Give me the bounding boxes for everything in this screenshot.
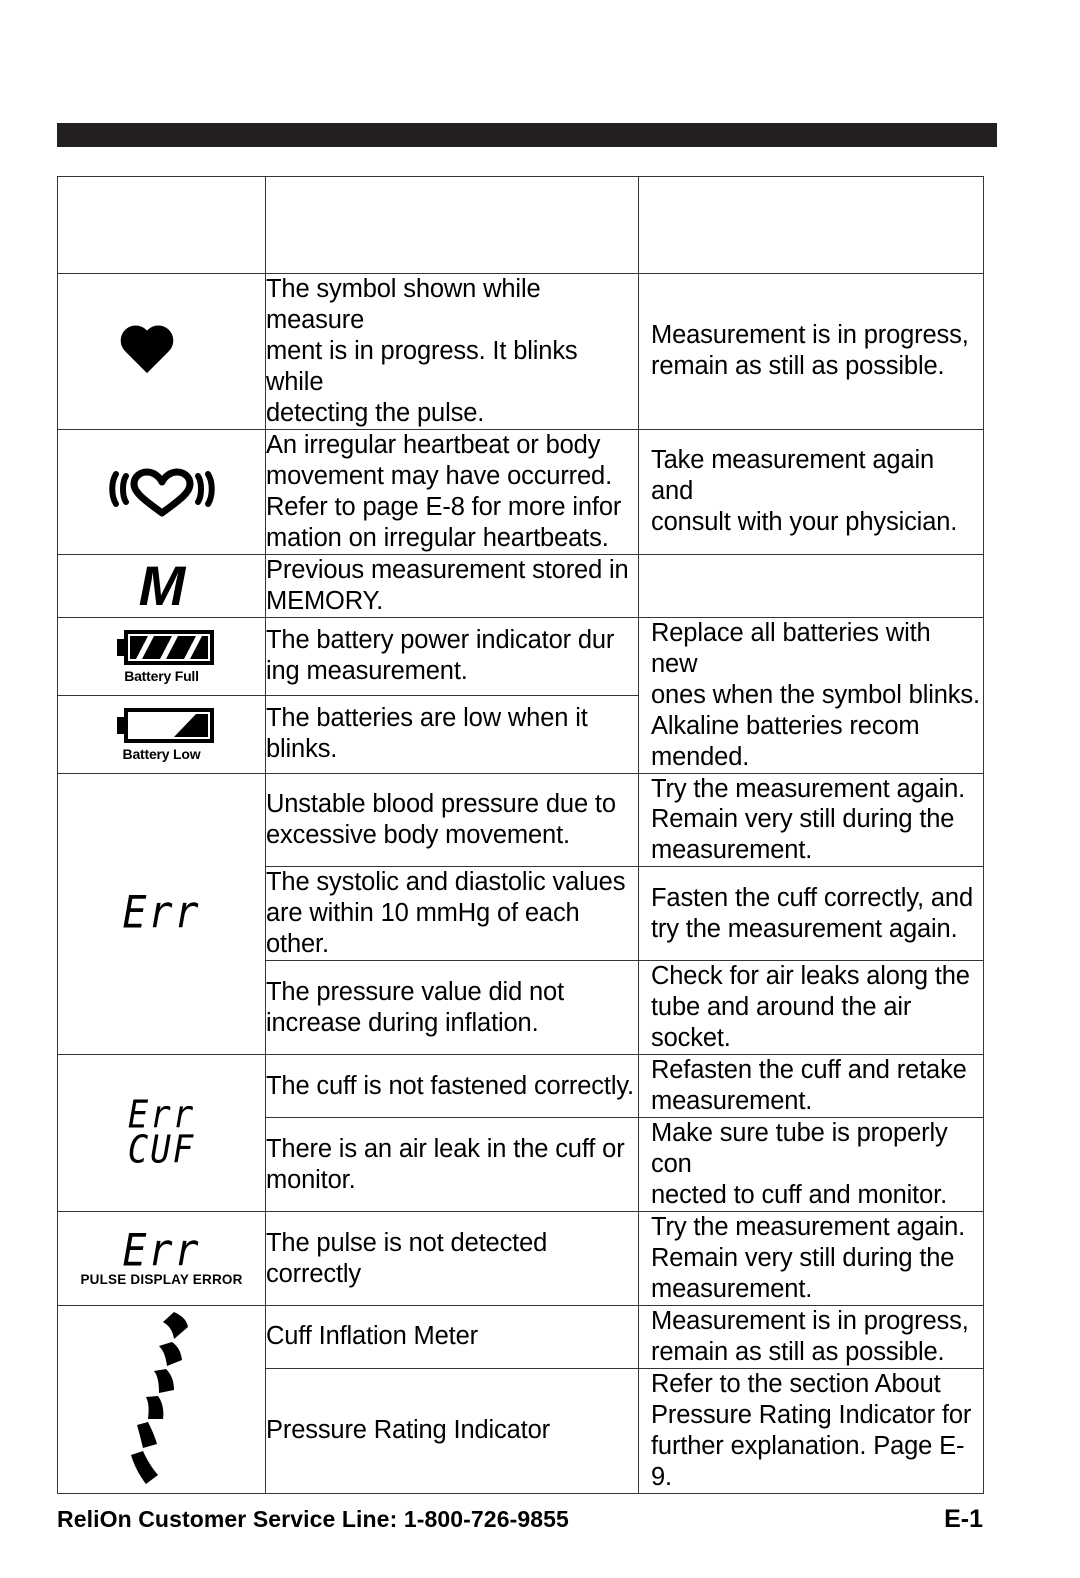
cuff-inflation-arc-icon: [58, 1310, 265, 1488]
symbol-cell-battery-low: Battery Low: [57, 694, 266, 774]
err-cuf-line2: CUF: [127, 1127, 196, 1173]
table-row: Err PULSE DISPLAY ERROR The pulse is not…: [57, 1211, 984, 1306]
row-description: Pressure Rating Indicator: [265, 1367, 639, 1494]
row-description: Cuff Inflation Meter: [265, 1304, 639, 1369]
page-footer: ReliOn Customer Service Line: 1-800-726-…: [57, 1505, 983, 1534]
row-action: Measurement is in progress, remain as st…: [638, 1304, 984, 1369]
table-row: The symbol shown while measure ment is i…: [57, 273, 984, 430]
table-row: Battery Full The battery power indicator…: [57, 616, 984, 774]
header-black-bar: [57, 123, 997, 147]
battery-low-icon: Battery Low: [58, 707, 265, 762]
row-action: Replace all batteries with new ones when…: [638, 616, 984, 774]
row-description: Unstable blood pressure due to excessive…: [265, 772, 639, 868]
symbol-cell-heart: [57, 273, 266, 430]
err-pulse-display-icon: Err PULSE DISPLAY ERROR: [58, 1225, 265, 1286]
symbol-cell-battery-full: Battery Full: [57, 616, 266, 696]
table-header-row: [57, 176, 984, 274]
irregular-heartbeat-icon: [58, 463, 265, 521]
row-description: The cuff is not fastened correctly.: [265, 1054, 639, 1119]
err-cuf-lcd-icon: Err CUF: [58, 1096, 265, 1173]
row-action: Refasten the cuff and retake measurement…: [638, 1054, 984, 1119]
row-description: An irregular heartbeat or body movement …: [265, 428, 639, 555]
symbols-table: The symbol shown while measure ment is i…: [57, 176, 984, 1494]
row-description: The battery power indicator dur ing meas…: [265, 616, 639, 696]
symbol-cell-irregular-heartbeat: [57, 428, 266, 555]
table-row: Cuff Inflation Meter Measurement is in p…: [57, 1304, 984, 1494]
symbol-caption: Battery Low: [122, 745, 201, 762]
table-row: An irregular heartbeat or body movement …: [57, 428, 984, 555]
err-lcd-icon: Err: [58, 887, 265, 940]
row-description: The pulse is not detected correctly: [265, 1211, 639, 1306]
header-cell-symbol: [57, 176, 266, 274]
row-action: Fasten the cuff correctly, and try the m…: [638, 866, 984, 962]
row-description: The systolic and diastolic values are wi…: [265, 866, 639, 962]
symbol-cell-err-pulse: Err PULSE DISPLAY ERROR: [57, 1211, 266, 1306]
symbol-cell-err: Err: [57, 772, 266, 1056]
row-action: Make sure tube is properly con nected to…: [638, 1117, 984, 1213]
row-action: Take measurement again and consult with …: [638, 428, 984, 555]
header-cell-description: [265, 176, 639, 274]
err-pulse-text: Err: [122, 1225, 201, 1277]
battery-full-icon: Battery Full: [58, 629, 265, 684]
manual-page: The symbol shown while measure ment is i…: [0, 0, 1080, 1578]
memory-m-icon: M: [138, 553, 186, 617]
row-action: Measurement is in progress, remain as st…: [638, 273, 984, 430]
symbol-cell-cuff-arc: [57, 1304, 266, 1494]
table-row: M Previous measurement stored in MEMORY.: [57, 553, 984, 618]
row-description: Previous measurement stored in MEMORY.: [265, 553, 639, 618]
symbol-caption: Battery Full: [124, 667, 199, 684]
heart-solid-icon: [58, 323, 265, 379]
row-action: Check for air leaks along the tube and a…: [638, 960, 984, 1056]
row-action: Try the measurement again. Remain very s…: [638, 1211, 984, 1306]
table-row: Err Unstable blood pressure due to exces…: [57, 772, 984, 1056]
symbol-cell-memory: M: [57, 553, 266, 618]
row-description: The symbol shown while measure ment is i…: [265, 273, 639, 430]
header-cell-action: [638, 176, 984, 274]
page-number: E-1: [944, 1505, 983, 1533]
customer-service-line: ReliOn Customer Service Line: 1-800-726-…: [57, 1506, 569, 1532]
row-description: There is an air leak in the cuff or moni…: [265, 1117, 639, 1213]
row-action: Try the measurement again. Remain very s…: [638, 772, 984, 868]
row-description: The batteries are low when it blinks.: [265, 694, 639, 774]
table-row: Err CUF The cuff is not fastened correct…: [57, 1054, 984, 1213]
row-action: Refer to the section About Pressure Rati…: [638, 1367, 984, 1494]
err-lcd-text: Err: [122, 887, 201, 940]
row-description: The pressure value did not increase duri…: [265, 960, 639, 1056]
row-action: [638, 553, 984, 618]
symbol-cell-err-cuf: Err CUF: [57, 1054, 266, 1213]
